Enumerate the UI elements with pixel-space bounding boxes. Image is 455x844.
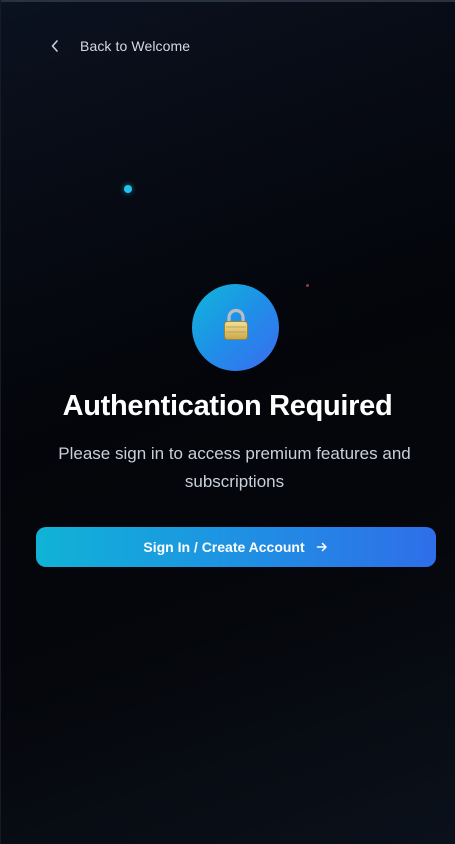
sign-in-create-account-button[interactable]: Sign In / Create Account: [36, 527, 436, 567]
decorative-dot-cyan: [124, 185, 132, 193]
decorative-dot-red: [306, 284, 309, 287]
page-subtitle: Please sign in to access premium feature…: [58, 444, 411, 491]
lock-icon: [221, 308, 251, 347]
page-title: Authentication Required: [62, 390, 393, 422]
top-border: [0, 0, 455, 2]
chevron-left-icon: [46, 37, 64, 55]
arrow-right-icon: [315, 540, 329, 554]
auth-screen: Back to Welcome Authentication Required …: [0, 0, 455, 844]
back-link-label: Back to Welcome: [80, 38, 191, 54]
lock-badge: [192, 284, 279, 371]
back-to-welcome-link[interactable]: Back to Welcome: [40, 32, 196, 60]
cta-label: Sign In / Create Account: [143, 539, 305, 555]
